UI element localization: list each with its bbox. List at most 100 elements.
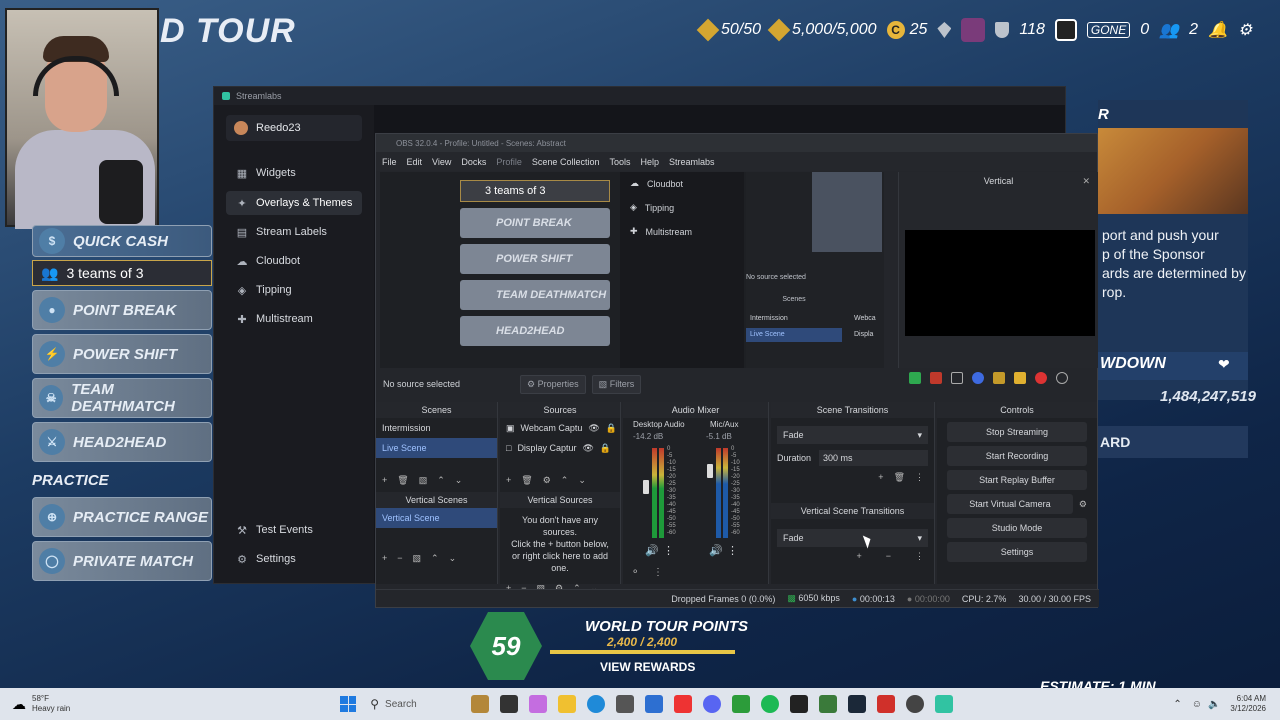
minecraft-icon[interactable]	[819, 695, 838, 713]
point-break-button[interactable]: ● POINT BREAK	[32, 290, 212, 330]
add-icon[interactable]: +	[506, 475, 511, 485]
trash-icon[interactable]: 🗑	[894, 472, 905, 483]
view-rewards-button[interactable]: VIEW REWARDS	[600, 660, 695, 674]
streamlabs-icon[interactable]	[935, 695, 954, 713]
up-icon[interactable]: ⌃	[437, 475, 445, 486]
practice-range-button[interactable]: ⊕ PRACTICE RANGE	[32, 497, 212, 537]
stop-icon[interactable]	[951, 372, 963, 384]
down-icon[interactable]: ⌄	[449, 553, 457, 564]
taskbar-search[interactable]: Search	[385, 699, 471, 710]
up-icon[interactable]: ⌃	[431, 553, 439, 564]
settings-button[interactable]: Settings	[947, 542, 1087, 562]
amazon-icon[interactable]	[790, 695, 809, 713]
obs-preview[interactable]: 3 teams of 3 POINT BREAK POWER SHIFT TEA…	[380, 172, 884, 368]
add-icon[interactable]: +	[382, 475, 387, 485]
trash-icon[interactable]: 🗑	[521, 475, 532, 486]
sidebar-item-test-events[interactable]: ⚒ Test Events	[226, 518, 362, 542]
user-menu[interactable]: Reedo23	[226, 115, 362, 141]
stream-icon[interactable]	[1054, 19, 1077, 41]
head2head-button[interactable]: ⚔ HEAD2HEAD	[32, 422, 212, 462]
scene-item[interactable]: Live Scene	[376, 438, 497, 458]
properties-button[interactable]: ⚙ Properties	[520, 374, 586, 394]
camera-icon[interactable]	[993, 372, 1005, 384]
sidebar-item-cloudbot[interactable]: ☁ Cloudbot	[226, 249, 362, 273]
store-icon[interactable]	[616, 695, 635, 713]
sidebar-item-widgets[interactable]: ▦ Widgets	[226, 161, 362, 185]
stop-streaming-button[interactable]: Stop Streaming	[947, 422, 1087, 442]
quick-cash-button[interactable]: $ QUICK CASH	[32, 225, 212, 257]
gear-icon[interactable]: ⚙	[1238, 20, 1252, 40]
mic-volume-slider[interactable]	[707, 464, 713, 478]
source-item[interactable]: □ Display Captur 👁 🔒	[500, 438, 620, 458]
more-icon[interactable]: ⋮	[727, 544, 738, 557]
studio-mode-button[interactable]: Studio Mode	[947, 518, 1087, 538]
youtube-icon[interactable]	[674, 695, 693, 713]
bell-icon[interactable]: 🔔	[1208, 20, 1228, 40]
filter-icon[interactable]: ▧	[419, 475, 428, 486]
menu-edit[interactable]: Edit	[407, 157, 423, 167]
power-shift-button[interactable]: ⚡ POWER SHIFT	[32, 334, 212, 374]
speaker-icon[interactable]: 🔊	[709, 544, 723, 557]
discord-icon[interactable]	[703, 695, 722, 713]
vertical-transition-select[interactable]: Fade ▾	[777, 529, 928, 547]
remove-icon[interactable]: −	[886, 551, 891, 562]
scene-item[interactable]: Intermission	[376, 418, 497, 438]
party-icon[interactable]: 👥	[1159, 20, 1179, 40]
link-icon[interactable]: ⚬	[631, 567, 639, 578]
menu-view[interactable]: View	[432, 157, 451, 167]
record-icon[interactable]	[930, 372, 942, 384]
volume-icon[interactable]: 🔈	[1208, 699, 1220, 710]
eye-icon[interactable]: 👁	[588, 423, 599, 434]
trash-icon[interactable]: 🗑	[397, 475, 408, 486]
menu-profile[interactable]: Profile	[496, 157, 522, 167]
widgets-icon[interactable]	[471, 695, 490, 713]
link-icon[interactable]	[1056, 372, 1068, 384]
menu-tools[interactable]: Tools	[609, 157, 630, 167]
chevron-up-icon[interactable]: ⌃	[1173, 699, 1181, 710]
weather-widget[interactable]: 58°F Heavy rain	[32, 694, 70, 714]
menu-docks[interactable]: Docks	[461, 157, 486, 167]
menu-scene-collection[interactable]: Scene Collection	[532, 157, 600, 167]
windows-start-icon[interactable]	[340, 696, 357, 712]
sidebar-item-multistream[interactable]: ✚ Multistream	[226, 307, 362, 331]
clock[interactable]: 6:04 AM 3/12/2026	[1230, 694, 1266, 714]
private-match-button[interactable]: ◯ PRIVATE MATCH	[32, 541, 212, 581]
menu-streamlabs[interactable]: Streamlabs	[669, 157, 715, 167]
gear-icon[interactable]: ⚙	[543, 475, 551, 486]
eye-icon[interactable]: 👁	[582, 443, 593, 454]
duration-input[interactable]: 300 ms	[819, 450, 928, 466]
obs-icon[interactable]	[906, 695, 925, 713]
replay-icon[interactable]	[972, 372, 984, 384]
start-virtual-camera-button[interactable]: Start Virtual Camera	[947, 494, 1073, 514]
stream-icon[interactable]	[909, 372, 921, 384]
more-icon[interactable]: ⋮	[663, 544, 674, 557]
spotify-icon[interactable]	[761, 695, 780, 713]
more-icon[interactable]: ⋮	[915, 551, 924, 562]
source-item[interactable]: ▣ Webcam Captu 👁 🔒	[500, 418, 620, 438]
sidebar-item-tipping[interactable]: ◈ Tipping	[226, 278, 362, 302]
start-replay-buffer-button[interactable]: Start Replay Buffer	[947, 470, 1087, 490]
task-view-icon[interactable]	[500, 695, 519, 713]
add-icon[interactable]: +	[856, 551, 861, 562]
file-explorer-icon[interactable]	[558, 695, 577, 713]
copilot-icon[interactable]	[529, 695, 548, 713]
vertical-scene-item[interactable]: Vertical Scene	[376, 508, 497, 528]
filters-button[interactable]: ▧ Filters	[591, 374, 642, 394]
menu-file[interactable]: File	[382, 157, 397, 167]
add-icon[interactable]: +	[382, 553, 387, 563]
wifi-icon[interactable]: ☺	[1192, 699, 1202, 710]
desktop-volume-slider[interactable]	[643, 480, 649, 494]
lock-icon[interactable]: 🔒	[606, 423, 617, 434]
more-icon[interactable]: ⋮	[915, 472, 924, 483]
speaker-icon[interactable]: 🔊	[645, 544, 659, 557]
close-icon[interactable]: ✕	[1082, 176, 1090, 187]
menu-help[interactable]: Help	[640, 157, 659, 167]
remove-icon[interactable]: −	[397, 553, 402, 563]
up-icon[interactable]: ⌃	[561, 475, 569, 486]
down-icon[interactable]: ⌄	[455, 475, 463, 486]
gear-icon[interactable]: ⚙	[1079, 499, 1087, 510]
down-icon[interactable]: ⌄	[578, 475, 586, 486]
world-tour-panel[interactable]: 59 WORLD TOUR POINTS 2,400 / 2,400 VIEW …	[470, 612, 770, 684]
player-avatar[interactable]	[961, 18, 986, 42]
outlook-icon[interactable]	[645, 695, 664, 713]
